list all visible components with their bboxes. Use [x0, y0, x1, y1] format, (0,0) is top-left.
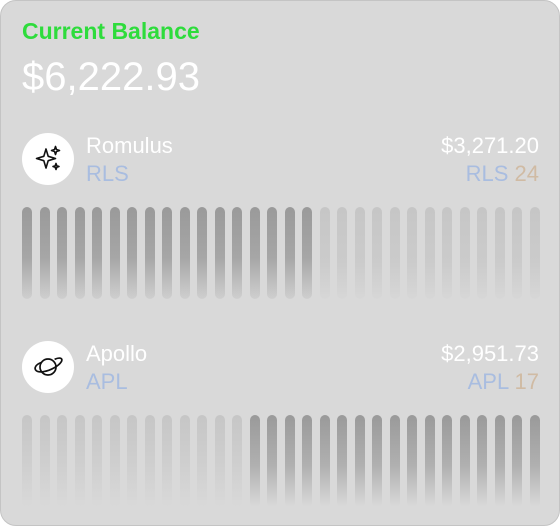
- meter-bar-filled: [180, 207, 190, 299]
- meter-bar-filled: [250, 207, 260, 299]
- holding-ticker: RLS: [465, 161, 509, 186]
- meter-bar-filled: [215, 207, 225, 299]
- meter-bar-filled: [40, 207, 50, 299]
- meter-bar-empty: [92, 415, 102, 507]
- holding-quantity: 24: [514, 161, 539, 186]
- card-title: Current Balance: [22, 18, 200, 44]
- meter-bar-empty: [197, 415, 207, 507]
- meter-bar-empty: [390, 207, 400, 299]
- meter-bar-filled: [302, 207, 312, 299]
- meter-bar-empty: [110, 415, 120, 507]
- meter-bar-filled: [75, 207, 85, 299]
- asset-holding: RLS 24: [466, 161, 539, 187]
- meter-bar-filled: [302, 415, 312, 507]
- meter-bar-filled: [22, 207, 32, 299]
- meter-bar-filled: [162, 207, 172, 299]
- meter-bar-empty: [162, 415, 172, 507]
- meter-bar-empty: [337, 207, 347, 299]
- meter-bar-filled: [337, 415, 347, 507]
- meter-bar-filled: [57, 207, 67, 299]
- meter-bar-filled: [425, 415, 435, 507]
- meter-bar-filled: [320, 415, 330, 507]
- meter-bar-empty: [530, 207, 540, 299]
- holding-quantity: 17: [514, 369, 539, 394]
- meter-bar-filled: [110, 207, 120, 299]
- holding-bar-meter: [22, 415, 542, 507]
- meter-bar-filled: [355, 415, 365, 507]
- meter-bar-filled: [512, 415, 522, 507]
- meter-bar-empty: [355, 207, 365, 299]
- meter-bar-filled: [372, 415, 382, 507]
- meter-bar-filled: [285, 207, 295, 299]
- sparkles-icon: [22, 133, 74, 185]
- meter-bar-filled: [407, 415, 417, 507]
- meter-bar-filled: [530, 415, 540, 507]
- balance-card: Current Balance $6,222.93 Romulus RLS $3…: [0, 0, 560, 526]
- asset-row-romulus[interactable]: Romulus RLS $3,271.20 RLS 24: [1, 131, 559, 309]
- meter-bar-empty: [127, 415, 137, 507]
- asset-name: Apollo: [86, 341, 148, 366]
- current-balance: $6,222.93: [22, 55, 200, 99]
- asset-holding: APL 17: [468, 369, 539, 395]
- asset-value: $3,271.20: [441, 133, 539, 158]
- meter-bar-filled: [267, 207, 277, 299]
- meter-bar-empty: [477, 207, 487, 299]
- meter-bar-empty: [40, 415, 50, 507]
- asset-ticker: RLS: [86, 161, 129, 186]
- meter-bar-empty: [180, 415, 190, 507]
- meter-bar-empty: [495, 207, 505, 299]
- meter-bar-empty: [320, 207, 330, 299]
- meter-bar-filled: [460, 415, 470, 507]
- asset-value: $2,951.73: [441, 341, 539, 366]
- meter-bar-filled: [442, 415, 452, 507]
- asset-ticker: APL: [86, 369, 128, 394]
- meter-bar-empty: [442, 207, 452, 299]
- meter-bar-empty: [460, 207, 470, 299]
- meter-bar-empty: [22, 415, 32, 507]
- meter-bar-filled: [250, 415, 260, 507]
- meter-bar-empty: [75, 415, 85, 507]
- asset-name: Romulus: [86, 133, 173, 158]
- meter-bar-filled: [267, 415, 277, 507]
- meter-bar-empty: [425, 207, 435, 299]
- meter-bar-filled: [232, 207, 242, 299]
- meter-bar-empty: [145, 415, 155, 507]
- planet-icon: [22, 341, 74, 393]
- meter-bar-empty: [372, 207, 382, 299]
- meter-bar-filled: [127, 207, 137, 299]
- meter-bar-filled: [92, 207, 102, 299]
- holding-bar-meter: [22, 207, 542, 299]
- meter-bar-filled: [145, 207, 155, 299]
- meter-bar-empty: [512, 207, 522, 299]
- meter-bar-empty: [407, 207, 417, 299]
- meter-bar-empty: [215, 415, 225, 507]
- meter-bar-empty: [232, 415, 242, 507]
- meter-bar-filled: [390, 415, 400, 507]
- meter-bar-filled: [495, 415, 505, 507]
- meter-bar-filled: [197, 207, 207, 299]
- meter-bar-empty: [57, 415, 67, 507]
- meter-bar-filled: [285, 415, 295, 507]
- asset-row-apollo[interactable]: Apollo APL $2,951.73 APL 17: [1, 339, 559, 517]
- holding-ticker: APL: [467, 369, 509, 394]
- meter-bar-filled: [477, 415, 487, 507]
